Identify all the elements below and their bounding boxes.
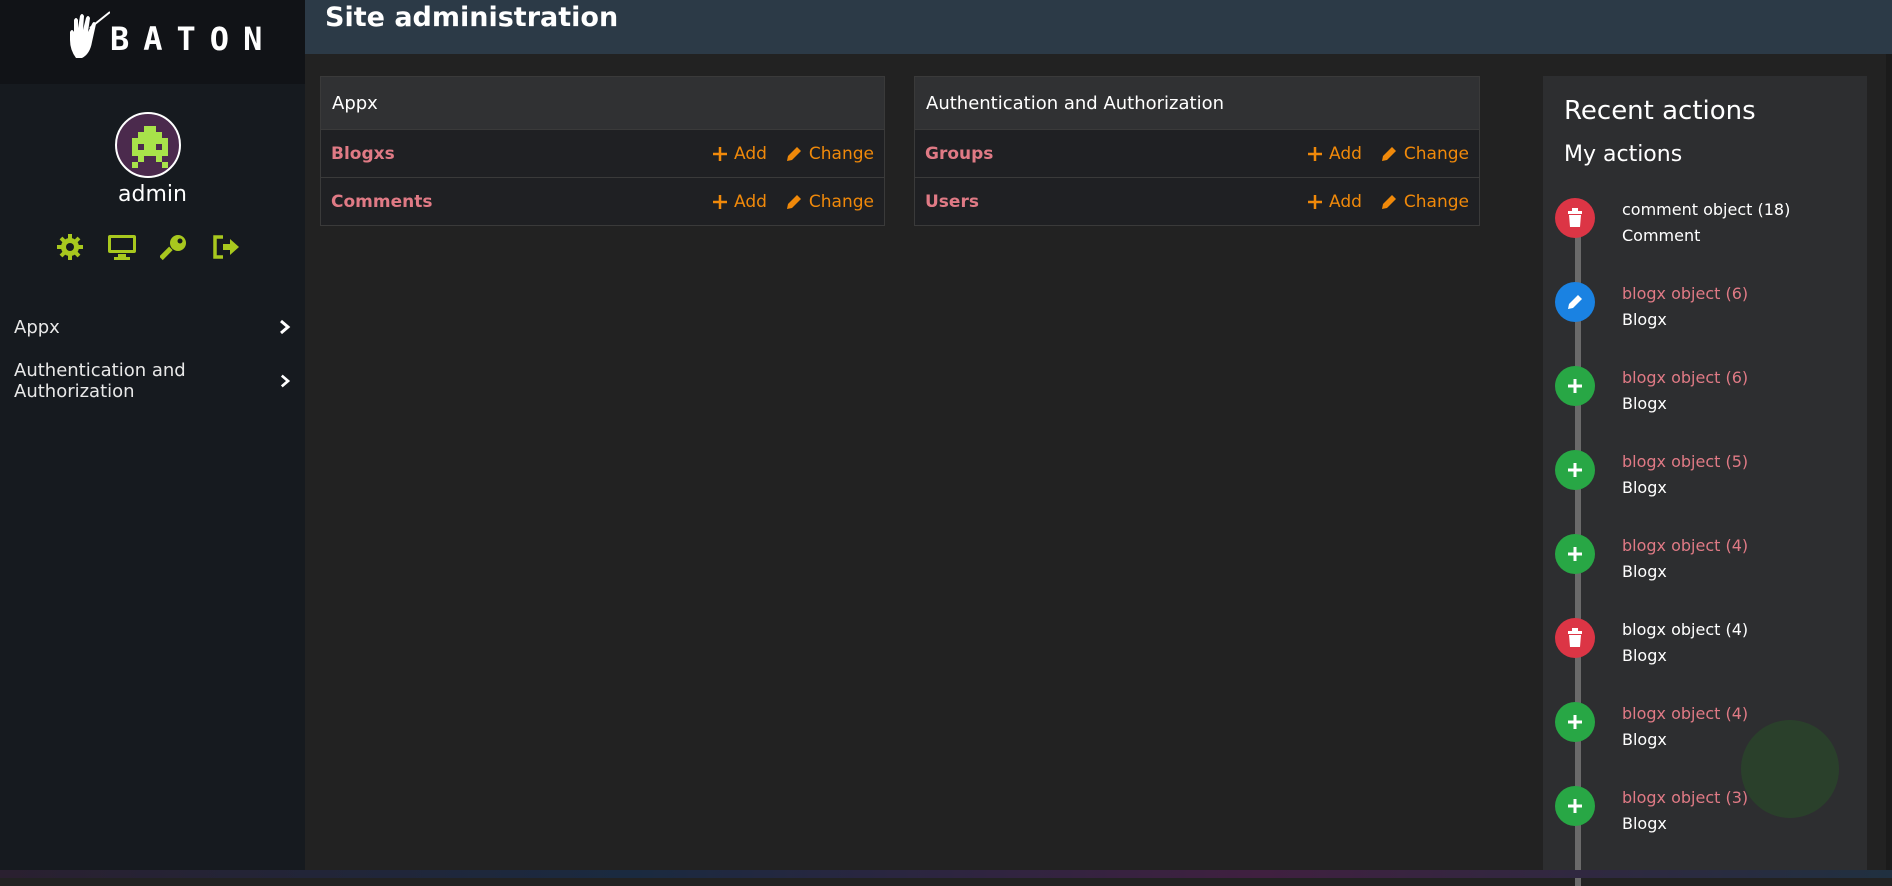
hand-logo-icon — [66, 10, 110, 64]
action-content-type: Blogx — [1622, 394, 1667, 413]
change-label: Change — [1404, 144, 1469, 164]
plus-icon — [712, 146, 728, 162]
user-tools — [55, 232, 241, 262]
action-title-link[interactable]: blogx object (3) — [1622, 788, 1748, 807]
action-content-type: Blogx — [1622, 478, 1667, 497]
brand[interactable]: BATON — [0, 0, 305, 84]
action-content-type: Blogx — [1622, 646, 1667, 665]
change-link[interactable]: Change — [1380, 192, 1469, 212]
add-label: Add — [734, 144, 767, 164]
plus-icon — [712, 194, 728, 210]
sidebar-item-label: Authentication and Authorization — [14, 360, 280, 402]
action-content-type: Blogx — [1622, 814, 1667, 833]
table-row: Groups Add Change — [915, 129, 1479, 177]
logout-icon[interactable] — [211, 232, 241, 262]
os-taskbar-strip — [0, 870, 1892, 878]
plus-icon — [1307, 146, 1323, 162]
header-bar: Site administration — [305, 0, 1892, 54]
action-title: blogx object (4) — [1622, 620, 1748, 639]
action-item: comment object (18) Comment — [1555, 198, 1855, 258]
scrollbar[interactable] — [1886, 54, 1892, 870]
action-title: comment object (18) — [1622, 200, 1790, 219]
chevron-right-icon — [279, 319, 291, 335]
module-header[interactable]: Authentication and Authorization — [915, 77, 1479, 129]
table-row: Comments Add Change — [321, 177, 884, 225]
sidebar-item-appx[interactable]: Appx — [0, 300, 305, 354]
action-content-type: Comment — [1622, 226, 1700, 245]
main-content: Appx Blogxs Add Change Comments Add Chan… — [305, 54, 1892, 870]
add-link[interactable]: Add — [1307, 144, 1362, 164]
change-label: Change — [809, 192, 874, 212]
action-title-link[interactable]: blogx object (5) — [1622, 452, 1748, 471]
page-title: Site administration — [325, 0, 618, 36]
pencil-icon — [1380, 193, 1398, 211]
plus-icon — [1555, 366, 1595, 406]
plus-icon — [1555, 786, 1595, 826]
space-invader-avatar-icon — [117, 114, 181, 178]
change-link[interactable]: Change — [785, 192, 874, 212]
action-content-type: Blogx — [1622, 562, 1667, 581]
add-link[interactable]: Add — [712, 144, 767, 164]
add-label: Add — [1329, 144, 1362, 164]
username: admin — [0, 182, 305, 207]
action-item: blogx object (4) Blogx — [1555, 534, 1855, 594]
pencil-icon — [785, 145, 803, 163]
action-title-link[interactable]: blogx object (4) — [1622, 536, 1748, 555]
plus-icon — [1555, 702, 1595, 742]
action-title-link[interactable]: blogx object (4) — [1622, 704, 1748, 723]
plus-icon — [1307, 194, 1323, 210]
action-item: blogx object (6) Blogx — [1555, 282, 1855, 342]
add-label: Add — [1329, 192, 1362, 212]
monitor-icon[interactable] — [107, 232, 137, 262]
module-appx: Appx Blogxs Add Change Comments Add Chan… — [320, 76, 885, 226]
sidebar: BATON admin — [0, 0, 305, 878]
action-item: blogx object (4) Blogx — [1555, 618, 1855, 678]
change-label: Change — [1404, 192, 1469, 212]
change-link[interactable]: Change — [785, 144, 874, 164]
gear-icon[interactable] — [55, 232, 85, 262]
trash-icon — [1555, 198, 1595, 238]
trash-icon — [1555, 618, 1595, 658]
table-row: Users Add Change — [915, 177, 1479, 225]
action-content-type: Blogx — [1622, 730, 1667, 749]
plus-icon — [1555, 450, 1595, 490]
brand-logo-text: BATON — [110, 20, 276, 58]
action-item: blogx object (6) Blogx — [1555, 366, 1855, 426]
pencil-icon — [785, 193, 803, 211]
sidebar-nav: Appx Authentication and Authorization — [0, 300, 305, 408]
module-auth: Authentication and Authorization Groups … — [914, 76, 1480, 226]
model-link-comments[interactable]: Comments — [331, 192, 694, 212]
sidebar-item-label: Appx — [14, 317, 60, 338]
table-row: Blogxs Add Change — [321, 129, 884, 177]
action-title-link[interactable]: blogx object (6) — [1622, 284, 1748, 303]
action-content-type: Blogx — [1622, 310, 1667, 329]
key-icon[interactable] — [159, 232, 189, 262]
my-actions-subtitle: My actions — [1564, 142, 1682, 167]
watermark-badge — [1741, 720, 1839, 818]
sidebar-item-auth[interactable]: Authentication and Authorization — [0, 354, 305, 408]
model-link-blogxs[interactable]: Blogxs — [331, 144, 694, 164]
model-link-users[interactable]: Users — [925, 192, 1289, 212]
action-item: blogx object (5) Blogx — [1555, 450, 1855, 510]
chevron-right-icon — [280, 373, 291, 389]
change-label: Change — [809, 144, 874, 164]
action-title-link[interactable]: blogx object (6) — [1622, 368, 1748, 387]
recent-actions-title: Recent actions — [1564, 96, 1756, 126]
pencil-icon — [1555, 282, 1595, 322]
module-header[interactable]: Appx — [321, 77, 884, 129]
add-label: Add — [734, 192, 767, 212]
add-link[interactable]: Add — [1307, 192, 1362, 212]
pencil-icon — [1380, 145, 1398, 163]
plus-icon — [1555, 534, 1595, 574]
model-link-groups[interactable]: Groups — [925, 144, 1289, 164]
change-link[interactable]: Change — [1380, 144, 1469, 164]
add-link[interactable]: Add — [712, 192, 767, 212]
avatar[interactable] — [115, 112, 181, 178]
